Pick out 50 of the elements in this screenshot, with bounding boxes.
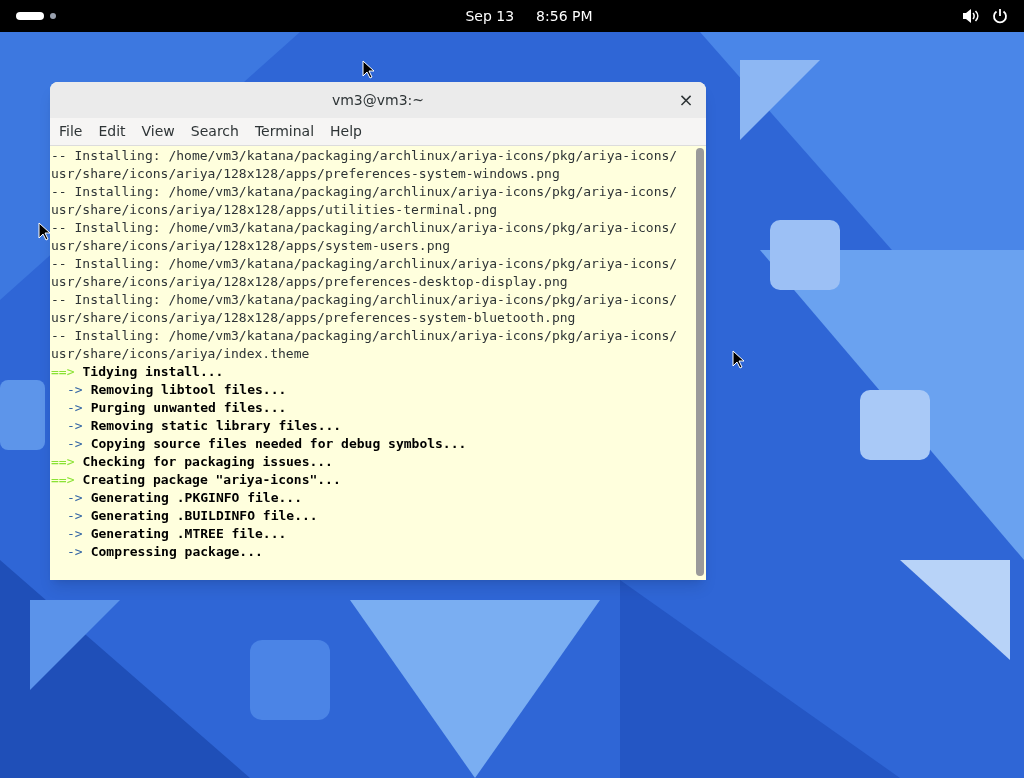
pointer-icon: [38, 222, 50, 241]
arrow-marker: ->: [66, 400, 84, 415]
window-title: vm3@vm3:~: [331, 90, 425, 110]
menu-item[interactable]: View: [133, 118, 183, 145]
menu-item[interactable]: Terminal: [246, 118, 323, 145]
output-line: Tidying install...: [82, 364, 224, 379]
arrow-marker: ->: [66, 508, 84, 523]
arrow-marker: ->: [66, 526, 84, 541]
output-line: -- Installing: /home/vm3/katana/packaging/archlinux/ariya-icons/pkg/ariya-icons/: [51, 256, 678, 271]
clock-time[interactable]: 8:56 PM: [536, 5, 593, 27]
menu-item[interactable]: Edit: [90, 118, 134, 145]
output-line: -- Installing: /home/vm3/katana/packaging/archlinux/ariya-icons/pkg/ariya-icons/: [51, 148, 678, 163]
output-line: usr/share/icons/ariya/128x128/apps/preferences-system-bluetooth.png: [51, 310, 576, 325]
arrow-marker: ->: [66, 436, 84, 451]
volume-icon[interactable]: [962, 8, 980, 24]
menu-item[interactable]: Help: [322, 118, 370, 145]
clock-date[interactable]: Sep 13: [465, 5, 515, 27]
menu-item[interactable]: Search: [182, 118, 247, 145]
output-line: -- Installing: /home/vm3/katana/packaging/archlinux/ariya-icons/pkg/ariya-icons/: [51, 220, 678, 235]
output-line: Purging unwanted files...: [90, 400, 287, 415]
arrow-marker: ==>: [51, 454, 76, 469]
arrow-marker: ->: [66, 490, 84, 505]
arrow-marker: ->: [66, 544, 84, 559]
output-line: -- Installing: /home/vm3/katana/packaging/archlinux/ariya-icons/pkg/ariya-icons/: [51, 292, 678, 307]
output-line: -- Installing: /home/vm3/katana/packaging/archlinux/ariya-icons/pkg/ariya-icons/: [51, 328, 678, 343]
arrow-marker: ==>: [51, 364, 76, 379]
close-button[interactable]: ×: [676, 90, 696, 110]
output-line: Generating .BUILDINFO file...: [90, 508, 318, 523]
output-line: usr/share/icons/ariya/index.theme: [51, 346, 310, 361]
output-line: Removing static library files...: [90, 418, 342, 433]
output-line: usr/share/icons/ariya/128x128/apps/utilities-terminal.png: [51, 202, 498, 217]
arrow-marker: ->: [66, 382, 84, 397]
output-line: Removing libtool files...: [90, 382, 287, 397]
output-line: usr/share/icons/ariya/128x128/apps/system-users.png: [51, 238, 451, 253]
power-icon[interactable]: [992, 8, 1008, 24]
arrow-marker: ->: [66, 418, 84, 433]
output-line: -- Installing: /home/vm3/katana/packaging/archlinux/ariya-icons/pkg/ariya-icons/: [51, 184, 678, 199]
pointer-icon: [732, 350, 744, 369]
output-line: Compressing package...: [90, 544, 263, 559]
output-line: Creating package "ariya-icons"...: [82, 472, 341, 487]
menu-item[interactable]: File: [51, 118, 91, 145]
output-line: Checking for packaging issues...: [82, 454, 333, 469]
scrollbar[interactable]: [693, 146, 706, 580]
output-line: Copying source files needed for debug symbols...: [90, 436, 467, 451]
output-line: usr/share/icons/ariya/128x128/apps/preferences-system-windows.png: [51, 166, 560, 181]
arrow-marker: ==>: [51, 472, 76, 487]
output-line: Generating .PKGINFO file...: [90, 490, 302, 505]
output-line: Generating .MTREE file...: [90, 526, 287, 541]
pointer-icon: [362, 60, 374, 79]
output-line: usr/share/icons/ariya/128x128/apps/preferences-desktop-display.png: [51, 274, 568, 289]
